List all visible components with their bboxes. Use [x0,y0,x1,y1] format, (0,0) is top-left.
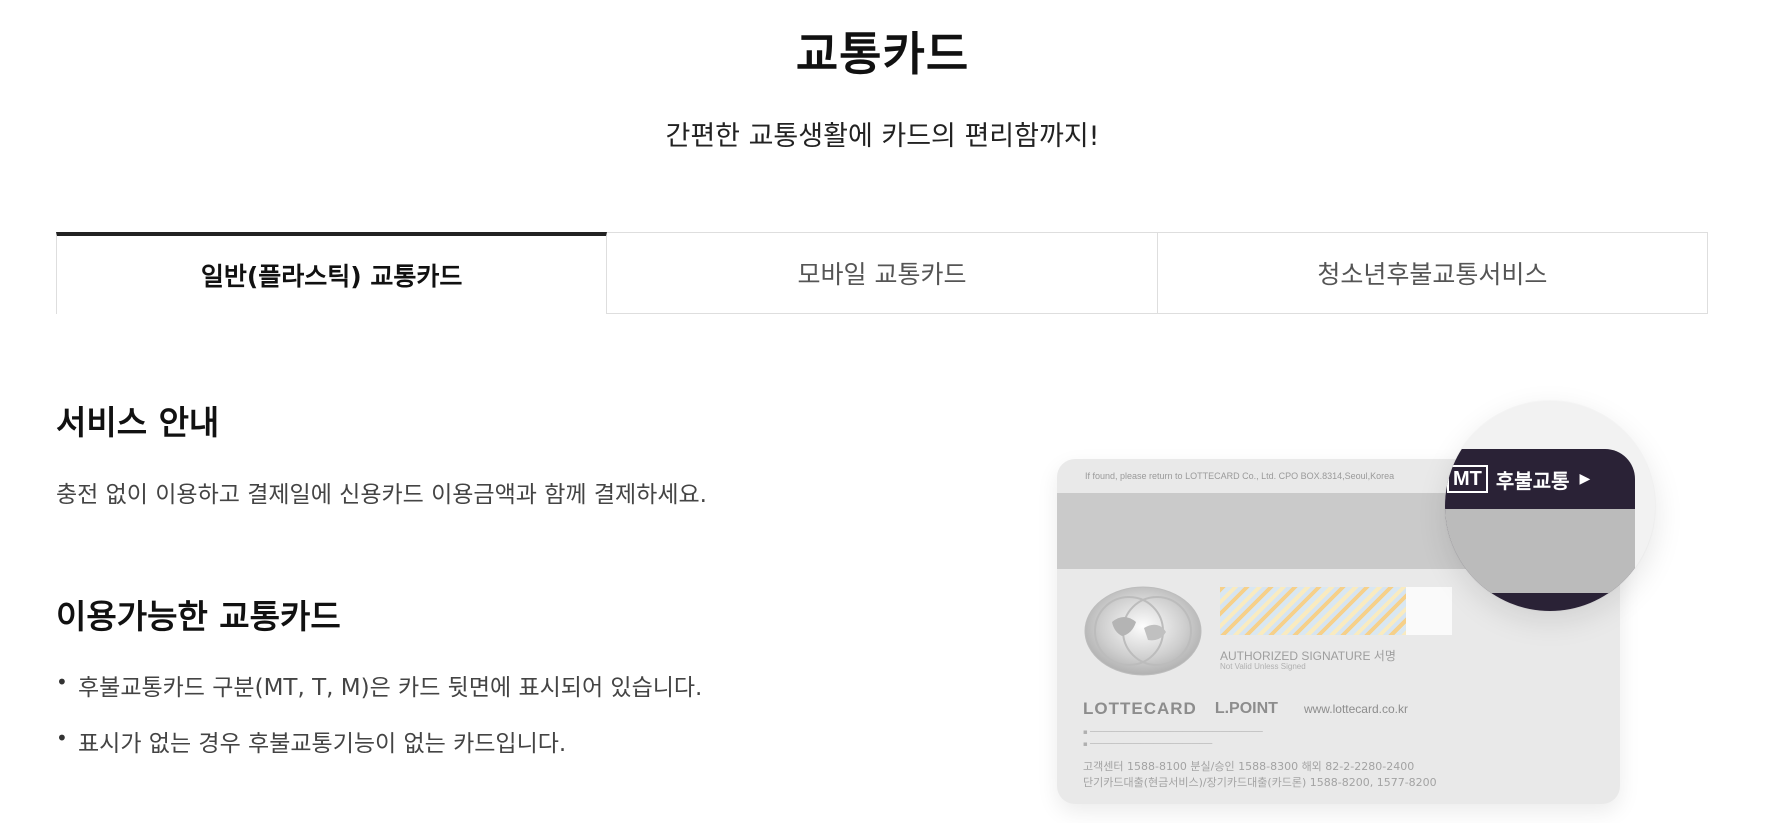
page-title: 교통카드 [795,27,970,81]
magnifier-circle: MT 후불교통 ▶ [1445,401,1655,611]
page-subtitle: 간편한 교통생활에 카드의 편리함까지! [665,121,1100,152]
mt-badge: MT [1447,465,1488,493]
card-fine-print: ▪ ──────────────────────────────────────… [1083,728,1263,748]
play-arrow-icon: ▶ [1579,471,1591,487]
phone-line-2: 단기카드대출(현금서비스)/장기카드대출(카드론) 1588-8200, 157… [1083,776,1437,789]
list-item: • 표시가 없는 경우 후불교통기능이 없는 카드입니다. [56,724,702,780]
bullet-text: 표시가 없는 경우 후불교통기능이 없는 카드입니다. [78,731,567,757]
signature-strip [1220,587,1452,635]
card-brand-row: LOTTECARD L.POINT www.lottecard.co.kr [1083,697,1603,721]
phone-line-1: 고객센터 1588-8100 분실/승인 1588-8300 해외 82-2-2… [1083,760,1415,773]
signature-pattern [1220,587,1406,635]
magnifier-stripe [1445,509,1635,593]
service-description: 충전 없이 이용하고 결제일에 신용카드 이용금액과 함께 결제하세요. [56,482,707,508]
card-phone-info: 고객센터 1588-8100 분실/승인 1588-8300 해외 82-2-2… [1083,759,1437,791]
tab-bar: 일반(플라스틱) 교통카드 모바일 교통카드 청소년후불교통서비스 [56,232,1708,314]
hologram-icon [1084,586,1202,676]
postpaid-transit-label: 후불교통 [1495,468,1570,493]
tab-plastic-card[interactable]: 일반(플라스틱) 교통카드 [56,232,608,314]
brand-logo: LOTTECARD [1083,699,1197,718]
signature-sub-label: Not Valid Unless Signed [1220,662,1306,671]
available-cards-list: • 후불교통카드 구분(MT, T, M)은 카드 뒷면에 표시되어 있습니다.… [56,668,702,780]
list-item: • 후불교통카드 구분(MT, T, M)은 카드 뒷면에 표시되어 있습니다. [56,668,702,724]
bullet-icon: • [56,726,68,750]
card-return-text: If found, please return to LOTTECARD Co.… [1085,471,1395,481]
service-heading: 서비스 안내 [56,403,220,442]
available-cards-heading: 이용가능한 교통카드 [56,597,341,636]
bullet-text: 후불교통카드 구분(MT, T, M)은 카드 뒷면에 표시되어 있습니다. [78,675,703,701]
tab-youth-postpaid[interactable]: 청소년후불교통서비스 [1157,232,1708,314]
postpaid-transit-indicator: MT 후불교통 ▶ [1445,449,1635,509]
magnifier-card-zoom: MT 후불교통 ▶ [1445,449,1635,611]
bullet-icon: • [56,670,68,694]
lpoint-logo: L.POINT [1214,700,1278,717]
tab-mobile-card[interactable]: 모바일 교통카드 [607,232,1158,314]
card-website: www.lottecard.co.kr [1303,702,1408,716]
